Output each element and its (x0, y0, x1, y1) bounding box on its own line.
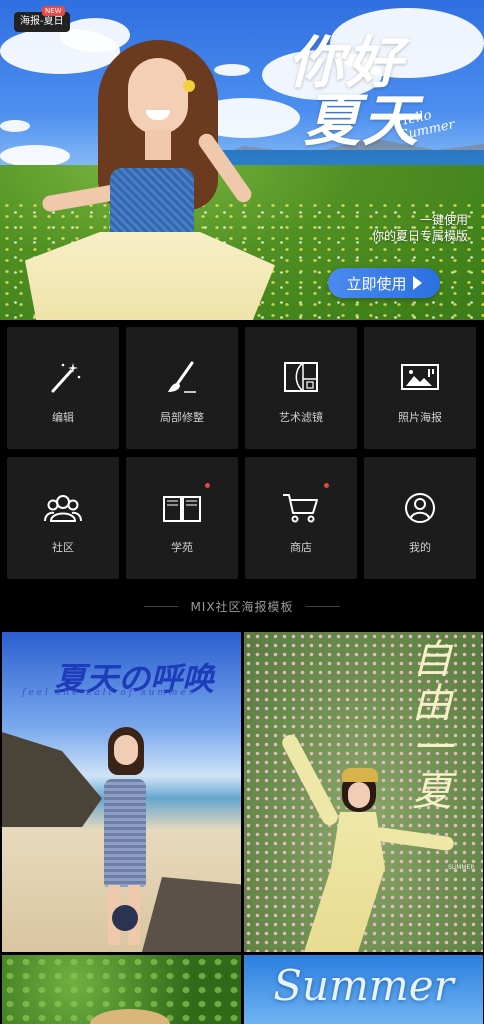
tool-profile[interactable]: 我的 (364, 457, 476, 579)
play-arrow-icon (412, 276, 422, 290)
tool-label: 编辑 (52, 411, 74, 424)
tool-label: 我的 (409, 541, 431, 554)
notification-dot (205, 483, 210, 488)
section-title: MIX社区海报模板 (190, 599, 294, 614)
tool-label: 商店 (290, 541, 312, 554)
poster-title: Summer (273, 961, 454, 1010)
tool-label: 局部修整 (160, 411, 204, 424)
golden-ratio-frame-icon (284, 362, 318, 392)
model-arm (373, 826, 455, 852)
tool-photo-poster[interactable]: 照片海报 (364, 327, 476, 449)
banner-model-figure (20, 40, 280, 320)
cart-icon (283, 494, 318, 523)
banner-promo-text: 一键使用 你的夏日专属模版 (372, 212, 468, 244)
tool-community[interactable]: 社区 (7, 457, 119, 579)
model-face (348, 782, 370, 808)
hair-flower (183, 80, 195, 92)
notification-dot (324, 483, 329, 488)
divider-line (305, 605, 340, 607)
poster-card[interactable]: Summer (244, 955, 483, 1024)
use-now-button[interactable]: 立即使用 (328, 268, 440, 298)
brush-icon (168, 361, 196, 393)
tool-store[interactable]: 商店 (245, 457, 357, 579)
model-arm (279, 732, 341, 828)
model-face (128, 58, 188, 134)
poster-model-figure (94, 727, 154, 947)
model-dress (104, 779, 146, 887)
tool-label: 艺术滤镜 (279, 411, 323, 424)
tool-art-filter[interactable]: 艺术滤镜 (245, 327, 357, 449)
banner-title-line1: 你好 (288, 30, 404, 96)
promo-line1: 一键使用 (419, 213, 468, 227)
photo-poster-icon (401, 364, 439, 390)
tool-label: 学苑 (171, 541, 193, 554)
tool-academy[interactable]: 学苑 (126, 457, 238, 579)
model-top (110, 168, 194, 240)
poster-card[interactable]: 自由一夏 SUMMER (244, 632, 483, 952)
new-badge: NEW (42, 6, 65, 16)
rocks (2, 732, 102, 827)
promo-banner[interactable]: 你好 夏天 Hello Summer 一键使用 你的夏日专属模版 立即使用 海报… (0, 0, 484, 320)
model-headscarf (342, 768, 378, 782)
community-icon (44, 495, 82, 522)
poster-card[interactable]: 夏天の呼唤 feel the call of summer (2, 632, 241, 952)
tool-local-retouch[interactable]: 局部修整 (126, 327, 238, 449)
tool-edit[interactable]: 编辑 (7, 327, 119, 449)
model-hat (112, 905, 138, 931)
divider-line (144, 605, 179, 607)
poster-model-figure (264, 732, 455, 952)
tool-label: 照片海报 (398, 411, 442, 424)
model-neck (145, 130, 171, 160)
book-icon (163, 496, 201, 522)
model-skirt (25, 232, 275, 320)
model-face (114, 735, 138, 765)
tool-label: 社区 (52, 541, 74, 554)
use-now-label: 立即使用 (346, 274, 407, 293)
magic-wand-icon (51, 363, 81, 393)
poster-card[interactable] (2, 955, 241, 1024)
promo-line2: 你的夏日专属模版 (371, 229, 468, 243)
section-header: MIX社区海报模板 (0, 597, 484, 615)
poster-subtitle: feel the call of summer (22, 688, 197, 698)
profile-icon (405, 493, 435, 523)
rocks (142, 877, 241, 952)
poster-caption: SUMMER (448, 864, 475, 871)
